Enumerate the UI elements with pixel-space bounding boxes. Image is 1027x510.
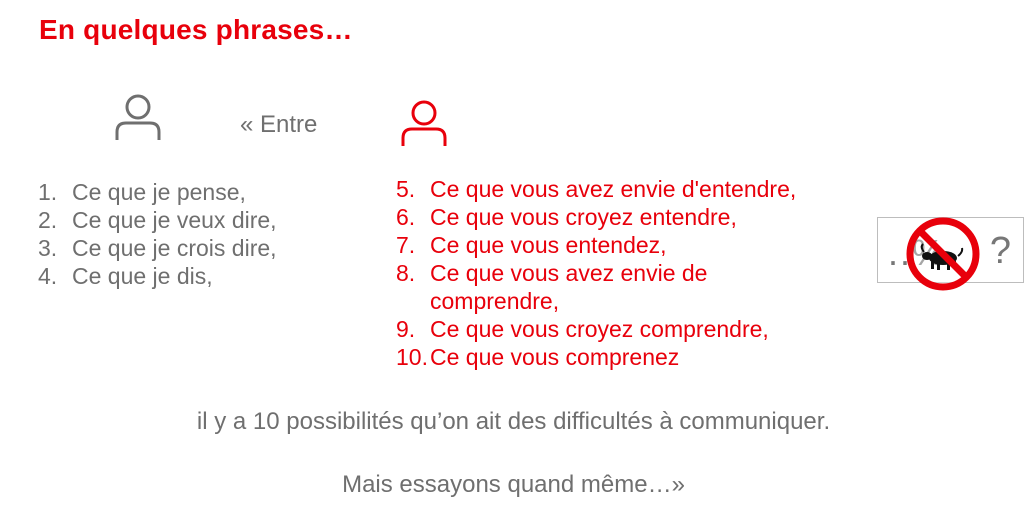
listener-list: 5. Ce que vous avez envie d'entendre, 6. C…: [396, 175, 856, 371]
list-item: 3. Ce que je crois dire,: [38, 235, 277, 261]
conclusion-text: il y a 10 possibilités qu’on ait des dif…: [196, 408, 831, 435]
list-item: 7. Ce que vous entendez,: [396, 232, 667, 258]
list-item: 1. Ce que je pense,: [38, 179, 246, 205]
entre-label: « Entre: [240, 111, 318, 138]
list-item: 4. Ce que je dis,: [38, 263, 213, 289]
list-item: 2. Ce que je veux dire,: [38, 207, 277, 233]
list-item: 10. Ce que vous comprenez: [396, 344, 680, 370]
closing-text: Mais essayons quand même…»: [342, 471, 685, 498]
gesture-box: ..% ?: [877, 217, 1024, 291]
question-mark: ?: [989, 230, 1011, 272]
list-item: 6. Ce que vous croyez entendre,: [396, 204, 737, 230]
speaker-list: 1. Ce que je pense, 2. Ce que je veux dire…: [38, 178, 277, 290]
speaker-person-icon: [115, 94, 161, 140]
list-item: 8. Ce que vous avez envie de comprendre,: [396, 260, 708, 314]
no-bull-icon: [906, 217, 980, 291]
page-title: En quelques phrases…: [39, 14, 353, 45]
listener-person-icon: [401, 100, 447, 146]
list-item: 9. Ce que vous croyez comprendre,: [396, 316, 769, 342]
list-item: 5. Ce que vous avez envie d'entendre,: [396, 176, 797, 202]
